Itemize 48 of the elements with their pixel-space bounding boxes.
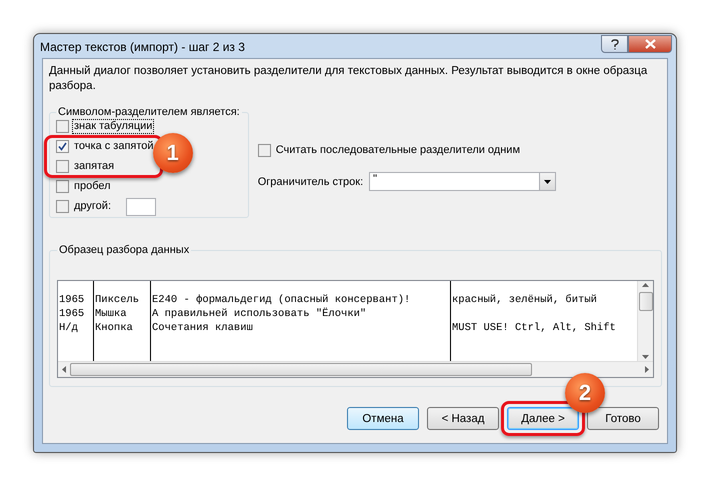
- dialog-button[interactable]: Далее >: [507, 407, 579, 430]
- preview-cell: А правильней использовать "Ёлочки": [152, 308, 366, 320]
- dialog-button[interactable]: < Назад: [427, 407, 499, 430]
- checkbox-label: другой:: [73, 200, 112, 213]
- dropdown-arrow-icon: [544, 180, 552, 184]
- preview-cell: Сочетания клавиш: [152, 322, 253, 334]
- preview-cell: Н/д: [59, 322, 78, 334]
- scroll-thumb[interactable]: [638, 292, 652, 310]
- checkbox-label: Считать последовательные разделители одним: [274, 144, 522, 157]
- preview-cell: 1965: [59, 294, 84, 306]
- scroll-left-icon[interactable]: [62, 366, 66, 373]
- text-qualifier-select[interactable]: ": [369, 172, 556, 191]
- preview-cell: E240 - формальдегид (опасный консервант)!: [152, 294, 410, 306]
- dialog-button[interactable]: Отмена: [347, 407, 419, 430]
- close-button[interactable]: [628, 35, 672, 53]
- checkbox[interactable]: [56, 140, 69, 153]
- description-text: Данный диалог позволяет установить разделители для текстовых данных. Результат выводится в окне образца разбора.: [49, 64, 648, 94]
- help-icon: [610, 38, 618, 50]
- field-label: Ограничитель строк:: [258, 176, 364, 188]
- checkbox[interactable]: [56, 160, 69, 173]
- scroll-right-icon[interactable]: [645, 366, 649, 373]
- preview-cell: MUST USE! Ctrl, Alt, Shift: [452, 322, 616, 334]
- checkbox[interactable]: [56, 180, 69, 193]
- horizontal-scrollbar[interactable]: [58, 361, 653, 377]
- window-title: Мастер текстов (импорт) - шаг 2 из 3: [40, 40, 246, 54]
- scroll-thumb[interactable]: [70, 363, 532, 376]
- checkbox-label: запятая: [73, 160, 116, 173]
- close-icon: [644, 39, 656, 49]
- checkbox[interactable]: [56, 120, 69, 133]
- group-title: Образец разбора данных: [58, 244, 190, 256]
- vertical-scrollbar[interactable]: [637, 281, 653, 361]
- checkbox-label: пробел: [73, 180, 112, 193]
- checkbox[interactable]: [56, 200, 69, 213]
- preview-cell: 1965: [59, 308, 84, 320]
- checkbox-label: знак табуляции: [73, 120, 154, 133]
- preview-cell: Кнопка: [95, 322, 133, 334]
- step-badge: 1: [152, 133, 193, 173]
- help-button[interactable]: [601, 35, 628, 53]
- scroll-up-icon[interactable]: [642, 283, 649, 287]
- preview-cell: Мышка: [95, 308, 127, 320]
- dialog-button[interactable]: Готово: [587, 407, 659, 430]
- scroll-down-icon[interactable]: [642, 355, 649, 359]
- other-delimiter-field[interactable]: [126, 198, 156, 216]
- preview-cell: красный, зелёный, битый: [452, 294, 597, 306]
- checkbox-label: точка с запятой: [73, 140, 155, 153]
- preview-cell: Пиксель: [95, 294, 140, 306]
- group-title: Символом-разделителем является:: [57, 106, 241, 118]
- checkbox[interactable]: [258, 144, 271, 157]
